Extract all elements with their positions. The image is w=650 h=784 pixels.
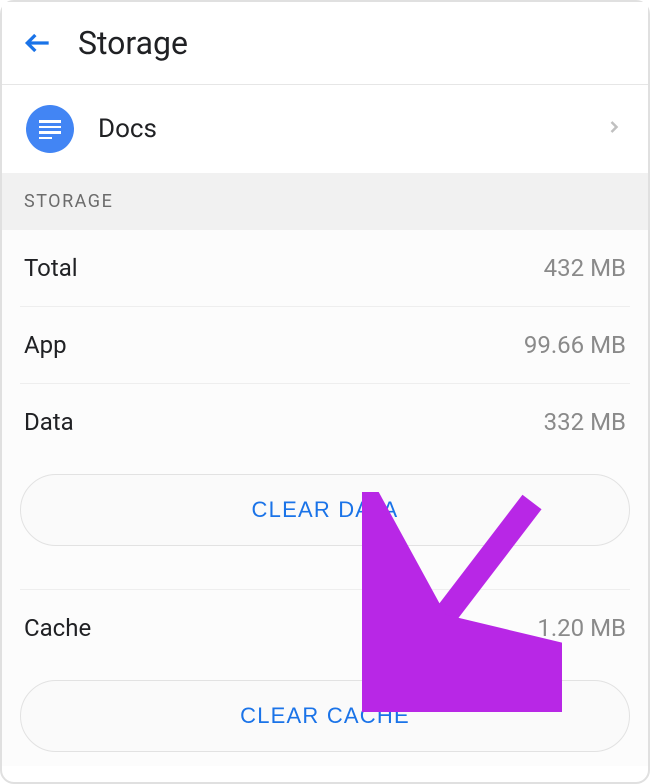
data-label: Data xyxy=(24,408,74,436)
data-size-row: Data 332 MB xyxy=(20,384,630,460)
clear-data-button[interactable]: CLEAR DATA xyxy=(20,474,630,546)
app-size-row: App 99.66 MB xyxy=(20,307,630,384)
section-header-storage: STORAGE xyxy=(2,173,648,230)
storage-content: Total 432 MB App 99.66 MB Data 332 MB CL… xyxy=(2,230,648,766)
arrow-left-icon xyxy=(22,27,54,59)
chevron-right-icon xyxy=(604,113,624,145)
total-row: Total 432 MB xyxy=(20,230,630,307)
cache-value: 1.20 MB xyxy=(537,614,626,642)
cache-label: Cache xyxy=(24,614,91,642)
back-button[interactable] xyxy=(22,27,54,59)
divider xyxy=(20,560,630,590)
app-value: 99.66 MB xyxy=(524,331,626,359)
clear-cache-button[interactable]: CLEAR CACHE xyxy=(20,680,630,752)
cache-size-row: Cache 1.20 MB xyxy=(20,590,630,666)
page-title: Storage xyxy=(78,24,188,62)
app-name: Docs xyxy=(98,114,604,144)
app-info-row[interactable]: Docs xyxy=(2,85,648,173)
docs-icon xyxy=(26,105,74,153)
total-label: Total xyxy=(24,254,78,282)
total-value: 432 MB xyxy=(544,254,626,282)
header: Storage xyxy=(2,2,648,85)
app-label: App xyxy=(24,331,67,359)
data-value: 332 MB xyxy=(544,408,626,436)
